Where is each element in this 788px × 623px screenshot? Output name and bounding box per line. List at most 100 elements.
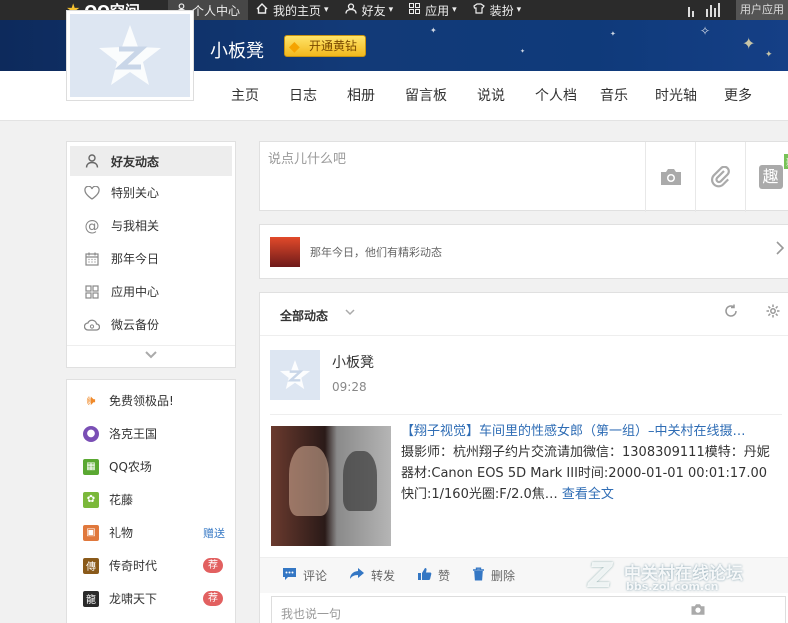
nav-profile[interactable]: 个人档 <box>520 71 592 121</box>
camera-icon[interactable] <box>690 603 706 620</box>
app-item-label: 龙啸天下 <box>109 592 158 606</box>
like-button[interactable]: 赞 <box>417 567 450 585</box>
sidebar-item-label: 那年今日 <box>111 252 160 266</box>
post-author-avatar[interactable] <box>270 350 320 400</box>
post-content: 【翔子视觉】车间里的性感女郎（第一组）–中关村在线摄… 摄影师：杭州翔子约片交流… <box>401 421 776 505</box>
app-item-label: 免费领极品! <box>109 394 174 408</box>
sidebar-item-label: 好友动态 <box>111 154 160 169</box>
nav-timeline[interactable]: 时光轴 <box>636 71 716 121</box>
sidebar-expand-button[interactable] <box>67 345 235 367</box>
post-thumbnail-image[interactable] <box>271 426 391 546</box>
tab-label: 我的主页 <box>273 3 322 18</box>
app-item-gift[interactable]: ▣ 礼物 赠送 <box>67 516 235 549</box>
reply-input[interactable]: 我也说一句 <box>271 596 786 623</box>
comment-button[interactable]: 评论 <box>282 567 327 585</box>
nav-album[interactable]: 相册 <box>332 71 390 121</box>
sidebar-item-friends-feed[interactable]: 好友动态 <box>70 146 232 176</box>
tab-apps[interactable]: 应用 ▾ <box>401 0 465 20</box>
chevron-down-icon: ▾ <box>516 5 522 15</box>
read-more-link[interactable]: 查看全文 <box>562 487 614 502</box>
top-nav: 个人中心 我的主页 ▾ 好友 ▾ 应用 ▾ 装扮 ▾ <box>168 0 529 20</box>
apps-panel: 🕪 免费领极品! ● 洛克王国 ▦ QQ农场 ✿ 花藤 ▣ 礼物 赠送 傳 传奇… <box>66 379 236 623</box>
post-title-link[interactable]: 【翔子视觉】车间里的性感女郎（第一组）–中关村在线摄… <box>401 421 776 442</box>
open-yellow-diamond-button[interactable]: ◆ 开通黄钻 <box>284 35 367 57</box>
gear-icon[interactable] <box>766 304 780 322</box>
chevron-down-icon <box>145 351 157 362</box>
nav-shuoshuo[interactable]: 说说 <box>462 71 520 121</box>
on-this-day-text: 那年今日，他们有精彩动态 <box>310 246 442 259</box>
photo-figure <box>289 446 329 516</box>
speaker-icon: 🕪 <box>86 392 96 409</box>
attach-link-button[interactable] <box>695 142 745 212</box>
app-item-label: 洛克王国 <box>109 427 158 441</box>
fun-icon: 趣 <box>758 165 783 189</box>
profile-avatar[interactable] <box>66 10 194 101</box>
sidebar-item-app-center[interactable]: 应用中心 <box>67 275 235 308</box>
chevron-down-icon: ▾ <box>324 5 329 15</box>
nav-message-board[interactable]: 留言板 <box>390 71 462 121</box>
sidebar-item-special-care[interactable]: 特别关心 <box>67 176 235 209</box>
dragon-icon: 龍 <box>83 590 99 607</box>
owner-name[interactable]: 小板凳 <box>210 37 264 63</box>
user-apps-link[interactable]: 用户应用 <box>736 0 788 20</box>
new-badge: 新 <box>784 154 788 169</box>
top-right: 用户应用 <box>688 0 788 20</box>
nav-blog[interactable]: 日志 <box>274 71 332 121</box>
divider <box>270 414 782 415</box>
sidebar-item-label: 微云备份 <box>111 318 160 332</box>
sidebar-item-on-this-day[interactable]: 那年今日 <box>67 242 235 275</box>
sparkle-icon: ✦ <box>742 34 756 53</box>
app-item-free-gifts[interactable]: 🕪 免费领极品! <box>67 384 235 417</box>
chevron-down-icon: ▾ <box>452 5 457 15</box>
nav-home[interactable]: 主页 <box>216 71 274 121</box>
tab-my-homepage[interactable]: 我的主页 ▾ <box>248 0 337 20</box>
vip-button-label: 开通黄钻 <box>309 39 358 53</box>
sparkle-icon: ✦ <box>765 50 773 60</box>
sparkle-icon: ✦ <box>520 48 526 55</box>
at-icon: @ <box>84 216 100 235</box>
chevron-down-icon[interactable] <box>345 306 355 319</box>
photo-upload-button[interactable] <box>645 142 695 212</box>
gift-send-link[interactable]: 赠送 <box>203 525 225 541</box>
app-item-dragon-roar[interactable]: 龍 龙啸天下 荐 <box>67 582 235 615</box>
app-item-roco-kingdom[interactable]: ● 洛克王国 <box>67 417 235 450</box>
tab-label: 应用 <box>425 3 450 18</box>
forward-button[interactable]: 转发 <box>349 567 395 584</box>
legend-icon: 傳 <box>83 557 99 574</box>
app-item-label: QQ农场 <box>109 460 152 474</box>
on-this-day-thumbnail <box>270 237 300 267</box>
tab-friends[interactable]: 好友 ▾ <box>337 0 402 20</box>
sparkle-icon: ✦ <box>430 26 437 35</box>
roco-icon: ● <box>83 425 99 442</box>
feed-filter-label[interactable]: 全部动态 <box>280 307 328 324</box>
fun-button[interactable]: 趣 <box>745 142 788 212</box>
app-item-qq-farm[interactable]: ▦ QQ农场 <box>67 450 235 483</box>
refresh-icon[interactable] <box>724 304 738 322</box>
dressup-icon <box>472 3 485 17</box>
tab-label: 装扮 <box>489 3 514 18</box>
tab-dressup[interactable]: 装扮 ▾ <box>465 0 530 20</box>
nav-music[interactable]: 音乐 <box>592 71 636 121</box>
nav-more[interactable]: 更多 <box>716 71 760 121</box>
home-icon <box>256 3 268 17</box>
zol-watermark: Z 中关村在线论坛 bbs.zol.com.cn <box>588 556 788 596</box>
chevron-right-icon <box>776 239 785 260</box>
post-time: 09:28 <box>332 380 367 394</box>
app-center-icon <box>83 283 101 301</box>
sidebar-item-weiyun-backup[interactable]: 微云备份 <box>67 308 235 341</box>
delete-button[interactable]: 删除 <box>472 567 515 585</box>
stats-bars-icon[interactable] <box>688 3 720 17</box>
left-sidebar: 好友动态 特别关心 @ 与我相关 那年今日 应用中心 微云备份 <box>66 141 236 368</box>
app-item-flower-vine[interactable]: ✿ 花藤 <box>67 483 235 516</box>
app-item-legend-era[interactable]: 傳 传奇时代 荐 <box>67 549 235 582</box>
post-author-name[interactable]: 小板凳 <box>332 352 374 372</box>
sparkle-icon: ✧ <box>700 24 711 38</box>
thumbs-up-icon <box>417 567 432 585</box>
on-this-day-banner[interactable]: 那年今日，他们有精彩动态 <box>259 224 788 279</box>
sidebar-item-related-to-me[interactable]: @ 与我相关 <box>67 209 235 242</box>
status-input[interactable]: 说点儿什么吧 <box>268 148 346 167</box>
friends-feed-icon <box>83 152 101 170</box>
cloud-icon <box>83 316 101 334</box>
friends-icon <box>344 3 357 17</box>
sparkle-icon: ✦ <box>610 30 616 38</box>
